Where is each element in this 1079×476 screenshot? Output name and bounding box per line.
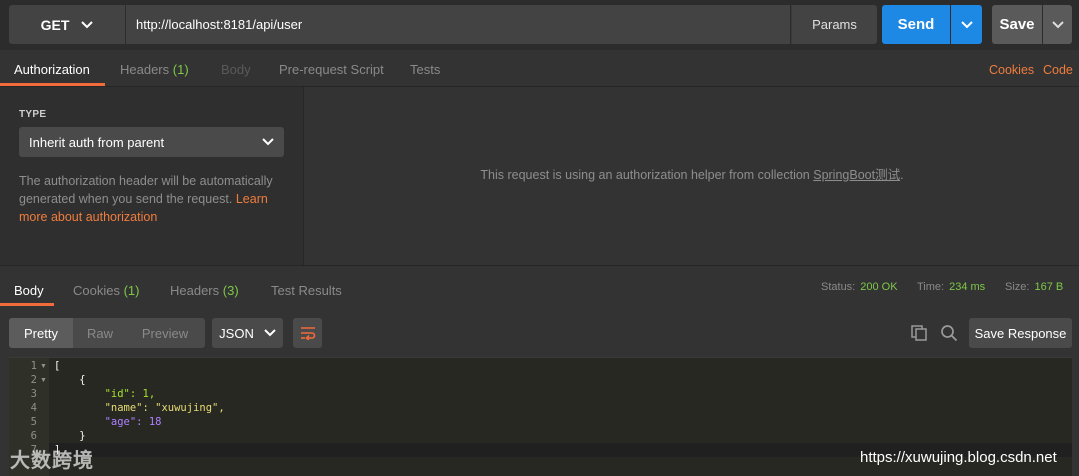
status-info: Status: 200 OK [821,281,898,293]
code-line: "name": "xuwujing", [54,402,225,414]
tab-tests[interactable]: Tests [410,62,440,77]
tab-pre-request-script[interactable]: Pre-request Script [279,62,384,77]
raw-button[interactable]: Raw [74,318,126,348]
wrap-lines-icon [300,327,315,340]
url-input[interactable]: http://localhost:8181/api/user [126,5,790,44]
fold-icon[interactable]: ▼ [40,363,47,370]
size-info: Size: 167 B [1005,281,1064,293]
collection-link[interactable]: SpringBoot测试 [813,168,900,182]
line-number: 2 [30,374,37,386]
code-line: "age": 18 [54,416,162,428]
active-tab-indicator [0,303,54,306]
send-dropdown-button[interactable] [951,5,982,44]
pretty-button[interactable]: Pretty [9,318,73,348]
method-label: GET [40,16,70,33]
preview-button[interactable]: Preview [127,318,203,348]
url-value: http://localhost:8181/api/user [136,17,303,32]
tab-response-cookies[interactable]: Cookies (1) [73,283,139,298]
save-response-button[interactable]: Save Response [969,318,1072,348]
tab-response-headers[interactable]: Headers (3) [170,283,239,298]
size-value: 167 B [1034,281,1064,293]
line-number: 3 [30,388,37,400]
watermark-logo: 大数跨境 [10,450,94,472]
send-label: Send [897,16,935,33]
send-button[interactable]: Send [882,5,950,44]
tab-headers[interactable]: Headers (1) [120,62,189,77]
cookies-link[interactable]: Cookies [989,63,1034,77]
chevron-down-icon [81,20,94,28]
time-value: 234 ms [949,281,986,293]
divider [0,265,1079,266]
save-button[interactable]: Save [992,5,1042,44]
chevron-down-icon [960,20,973,28]
code-line: [ [54,360,61,372]
chevron-down-icon [1051,20,1064,28]
wrap-lines-button[interactable] [293,318,322,348]
headers-count: (3) [222,283,239,298]
line-number: 4 [30,402,37,414]
code-line: { [54,374,86,386]
code-line: "id": 1, [54,388,156,400]
status-value: 200 OK [860,281,898,293]
code-line: } [54,430,86,442]
auth-helper-message: This request is using an authorization h… [480,168,904,182]
save-dropdown-button[interactable] [1043,5,1072,44]
params-button[interactable]: Params [791,5,877,44]
line-number: 5 [30,416,37,428]
copy-icon [911,325,927,341]
headers-count: (1) [172,62,189,77]
code-link[interactable]: Code [1043,63,1073,77]
format-value: JSON [219,325,254,341]
line-number: 1 [30,360,37,372]
auth-type-select[interactable]: Inherit auth from parent [19,127,284,157]
auth-type-value: Inherit auth from parent [29,134,165,150]
params-label: Params [812,17,857,32]
auth-type-label: TYPE [19,109,47,120]
chevron-down-icon [264,329,276,337]
cookies-count: (1) [123,283,140,298]
tab-response-body[interactable]: Body [14,283,44,298]
tab-body[interactable]: Body [221,62,251,77]
tab-test-results[interactable]: Test Results [271,283,342,298]
chevron-down-icon [262,138,274,146]
auth-description: The authorization header will be automat… [19,174,273,224]
tab-authorization[interactable]: Authorization [14,62,90,77]
format-select[interactable]: JSON [212,318,283,348]
line-number: 6 [30,430,37,442]
search-icon [941,325,958,342]
method-select[interactable]: GET [9,5,125,44]
save-label: Save [999,16,1035,33]
time-info: Time: 234 ms [917,281,986,293]
fold-icon[interactable]: ▼ [40,377,47,384]
copy-button[interactable] [910,324,928,345]
search-button[interactable] [940,324,958,345]
watermark-url: https://xuwujing.blog.csdn.net [860,449,1057,466]
